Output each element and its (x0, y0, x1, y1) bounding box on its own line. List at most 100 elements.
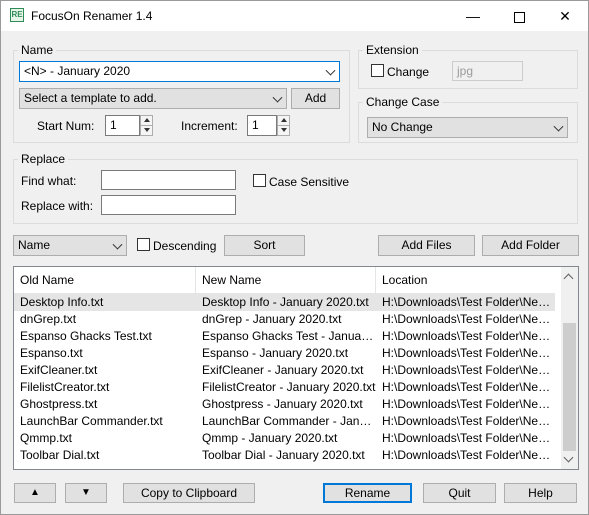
spin-up-icon[interactable] (141, 116, 152, 126)
location-cell: H:\Downloads\Test Folder\New ... (382, 346, 555, 360)
find-what-label: Find what: (21, 174, 77, 188)
table-row[interactable]: Desktop Info.txt Desktop Info - January 2… (14, 294, 555, 311)
scroll-up-icon[interactable] (563, 273, 574, 284)
sort-by-value: Name (18, 238, 51, 252)
old-name-cell: Ghostpress.txt (20, 397, 98, 411)
change-extension-checkbox[interactable] (371, 64, 384, 77)
help-button[interactable]: Help (504, 483, 577, 503)
table-row[interactable]: dnGrep.txt dnGrep - January 2020.txt H:\Do… (14, 311, 555, 328)
location-cell: H:\Downloads\Test Folder\New ... (382, 312, 555, 326)
old-name-cell: Qmmp.txt (20, 431, 73, 445)
chevron-down-icon (112, 239, 123, 250)
new-name-cell: dnGrep - January 2020.txt (202, 312, 342, 326)
increment-label: Increment: (181, 119, 238, 133)
location-cell: H:\Downloads\Test Folder\New ... (382, 397, 555, 411)
rename-button[interactable]: Rename (323, 483, 412, 503)
old-name-cell: Espanso Ghacks Test.txt (20, 329, 152, 343)
add-folder-button[interactable]: Add Folder (482, 235, 579, 256)
chevron-down-icon (325, 65, 336, 76)
name-pattern-value: <N> - January 2020 (24, 64, 131, 78)
arrow-up-icon: ▲ (30, 487, 40, 498)
sort-by-select[interactable]: Name (13, 235, 127, 256)
change-extension-label: Change (387, 65, 430, 79)
chevron-down-icon (272, 92, 283, 103)
arrow-down-icon: ▼ (81, 487, 91, 498)
descending-checkbox[interactable] (137, 238, 150, 251)
location-cell: H:\Downloads\Test Folder\New ... (382, 431, 555, 445)
column-header-old-name[interactable]: Old Name (14, 267, 196, 293)
vertical-scrollbar[interactable] (561, 267, 578, 469)
name-group-legend: Name (21, 43, 54, 57)
file-list[interactable]: Old Name New Name Location Desktop Info.… (13, 266, 579, 470)
table-row[interactable]: Espanso Ghacks Test.txt Espanso Ghacks Te… (14, 328, 555, 345)
start-num-input[interactable]: 1 (105, 115, 140, 136)
new-name-cell: FilelistCreator - January 2020.txt (202, 380, 376, 394)
app-window: RE FocusOn Renamer 1.4 — ✕ Name <N> - Ja… (0, 0, 589, 515)
minimize-icon: — (466, 8, 480, 24)
close-button[interactable]: ✕ (542, 1, 588, 31)
move-down-button[interactable]: ▼ (65, 483, 107, 503)
column-header-location[interactable]: Location (376, 267, 555, 293)
add-template-button[interactable]: Add (291, 88, 340, 109)
template-select[interactable]: Select a template to add. (19, 88, 287, 109)
name-pattern-combo[interactable]: <N> - January 2020 (19, 61, 340, 82)
add-files-button[interactable]: Add Files (378, 235, 475, 256)
find-what-input[interactable] (101, 170, 236, 190)
change-case-group-legend: Change Case (366, 95, 440, 109)
table-row[interactable]: Espanso.txt Espanso - January 2020.txt H:\… (14, 345, 555, 362)
new-name-cell: LaunchBar Commander - Januar... (202, 414, 376, 428)
column-header-new-name[interactable]: New Name (196, 267, 376, 293)
replace-with-input[interactable] (101, 195, 236, 215)
maximize-icon (513, 11, 525, 23)
change-case-value: No Change (372, 120, 433, 134)
location-cell: H:\Downloads\Test Folder\New ... (382, 363, 555, 377)
sort-button[interactable]: Sort (224, 235, 305, 256)
old-name-cell: Espanso.txt (20, 346, 83, 360)
scrollbar-thumb[interactable] (563, 323, 576, 451)
close-icon: ✕ (559, 8, 571, 24)
maximize-button[interactable] (496, 1, 542, 31)
chevron-down-icon (553, 121, 564, 132)
old-name-cell: Desktop Info.txt (20, 295, 104, 309)
table-row[interactable]: FilelistCreator.txt FilelistCreator - Jan… (14, 379, 555, 396)
case-sensitive-checkbox[interactable] (253, 174, 266, 187)
change-case-select[interactable]: No Change (367, 117, 568, 138)
copy-to-clipboard-button[interactable]: Copy to Clipboard (123, 483, 255, 503)
spin-down-icon[interactable] (278, 126, 289, 136)
location-cell: H:\Downloads\Test Folder\New ... (382, 329, 555, 343)
location-cell: H:\Downloads\Test Folder\New ... (382, 448, 555, 462)
increment-input[interactable]: 1 (247, 115, 277, 136)
new-name-cell: Toolbar Dial - January 2020.txt (202, 448, 365, 462)
new-name-cell: ExifCleaner - January 2020.txt (202, 363, 364, 377)
extension-input[interactable]: jpg (452, 61, 523, 81)
table-row[interactable]: Ghostpress.txt Ghostpress - January 2020.… (14, 396, 555, 413)
table-row[interactable]: Toolbar Dial.txt Toolbar Dial - January 2… (14, 447, 555, 464)
location-cell: H:\Downloads\Test Folder\New ... (382, 295, 555, 309)
old-name-cell: ExifCleaner.txt (20, 363, 98, 377)
title-bar: RE FocusOn Renamer 1.4 — ✕ (1, 1, 588, 31)
table-row[interactable]: LaunchBar Commander.txt LaunchBar Command… (14, 413, 555, 430)
increment-stepper[interactable] (277, 115, 290, 136)
quit-button[interactable]: Quit (423, 483, 496, 503)
descending-label: Descending (153, 239, 217, 253)
table-row[interactable]: Qmmp.txt Qmmp - January 2020.txt H:\Downlo… (14, 430, 555, 447)
extension-group-legend: Extension (366, 43, 419, 57)
scroll-down-icon[interactable] (563, 452, 574, 463)
case-sensitive-label: Case Sensitive (269, 175, 350, 189)
new-name-cell: Ghostpress - January 2020.txt (202, 397, 363, 411)
replace-with-label: Replace with: (21, 199, 94, 213)
minimize-button[interactable]: — (450, 1, 496, 31)
window-title: FocusOn Renamer 1.4 (31, 9, 153, 23)
old-name-cell: dnGrep.txt (20, 312, 77, 326)
new-name-cell: Espanso Ghacks Test - January ... (202, 329, 376, 343)
app-icon: RE (10, 8, 24, 22)
move-up-button[interactable]: ▲ (14, 483, 56, 503)
start-num-stepper[interactable] (140, 115, 153, 136)
spin-down-icon[interactable] (141, 126, 152, 136)
location-cell: H:\Downloads\Test Folder\New ... (382, 414, 555, 428)
replace-group-legend: Replace (21, 152, 66, 166)
template-placeholder: Select a template to add. (24, 91, 157, 105)
spin-up-icon[interactable] (278, 116, 289, 126)
start-num-label: Start Num: (37, 119, 95, 133)
table-row[interactable]: ExifCleaner.txt ExifCleaner - January 202… (14, 362, 555, 379)
